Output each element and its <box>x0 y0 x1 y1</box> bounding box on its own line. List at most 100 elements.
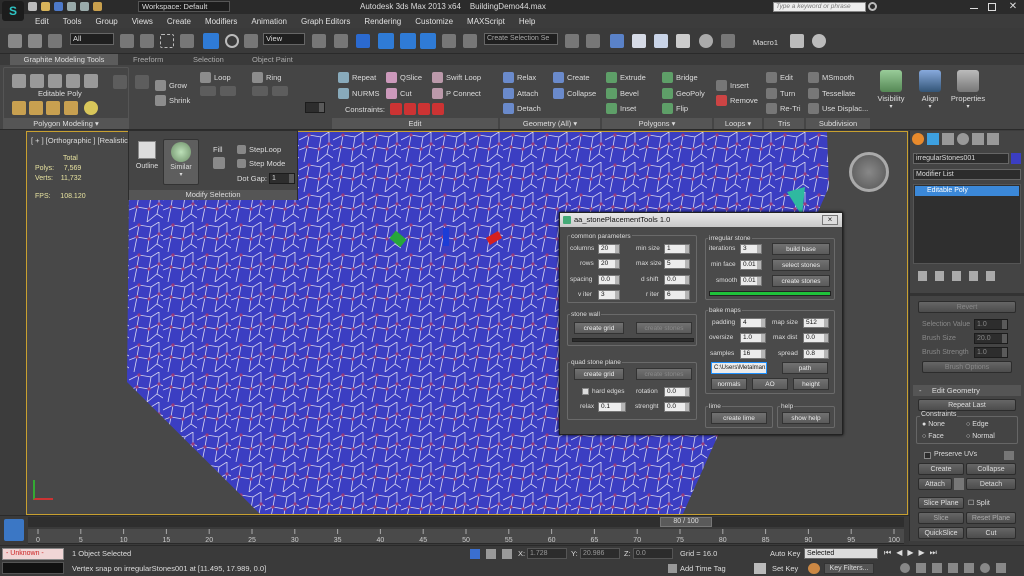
relative-absolute-icon[interactable] <box>502 549 512 559</box>
zoom-extents-icon[interactable] <box>932 563 942 573</box>
spread-spinner[interactable]: 0.8 <box>803 349 829 359</box>
collapse-button[interactable]: Collapse <box>966 463 1016 475</box>
angle-snap-icon[interactable] <box>400 33 416 49</box>
constraint-edge-radio[interactable]: ○ Edge <box>966 421 989 428</box>
named-selection-dropdown[interactable]: Create Selection Se <box>484 33 558 45</box>
new-file-icon[interactable] <box>28 2 37 11</box>
remove-modifier-icon[interactable] <box>969 271 978 281</box>
collapse-stack-icon[interactable] <box>84 101 98 115</box>
constraint-none-icon[interactable] <box>390 103 402 115</box>
menu-item-rendering[interactable]: Rendering <box>357 15 408 28</box>
scale-icon[interactable] <box>244 34 258 48</box>
loop-grow-icon[interactable] <box>200 86 216 96</box>
object-color-swatch[interactable] <box>1011 153 1021 164</box>
go-to-end-icon[interactable]: ⏭ <box>930 548 937 560</box>
r-iter-spinner[interactable]: 6 <box>664 290 690 300</box>
pan-icon[interactable] <box>964 563 974 573</box>
menu-item-tools[interactable]: Tools <box>56 15 89 28</box>
motion-tab-icon[interactable] <box>957 133 969 145</box>
polygons-panel-title[interactable]: Polygons ▾ <box>602 118 712 129</box>
search-icon[interactable] <box>868 2 877 11</box>
stone-wall-create-grid-button[interactable]: create grid <box>574 322 624 334</box>
hierarchy-tab-icon[interactable] <box>942 133 954 145</box>
ring-grow-icon[interactable] <box>252 86 268 96</box>
strength-spinner[interactable]: 0.0 <box>664 402 690 412</box>
tab-object-paint[interactable]: Object Paint <box>252 54 293 65</box>
edit-panel-title[interactable]: Edit <box>332 118 498 129</box>
hard-edges-checkbox[interactable] <box>582 388 589 395</box>
graphite-toggle-icon[interactable] <box>632 34 646 48</box>
material-editor-icon[interactable] <box>699 34 713 48</box>
pivot-center-icon[interactable] <box>312 34 326 48</box>
remove-loop-button[interactable]: Remove <box>716 95 758 106</box>
menu-item-edit[interactable]: Edit <box>28 15 56 28</box>
ring-shrink-icon[interactable] <box>272 86 288 96</box>
reference-coord-dropdown[interactable]: View <box>263 33 305 45</box>
transform-gizmo-icon[interactable] <box>387 228 503 273</box>
v-iter-spinner[interactable]: 3 <box>598 290 620 300</box>
stack-up-icon[interactable] <box>12 101 26 115</box>
create-lime-button[interactable]: create lime <box>711 412 767 424</box>
swift-loop-button[interactable]: Swift Loop <box>432 72 481 83</box>
project-folder-icon[interactable] <box>93 2 102 11</box>
loop-shrink-icon[interactable] <box>220 86 236 96</box>
smooth-spinner[interactable]: 0.01 <box>740 276 762 286</box>
geometry-panel-title[interactable]: Geometry (All) ▾ <box>500 118 600 129</box>
bake-path-input[interactable]: C:\Users\Metalman123\ <box>711 362 767 374</box>
oversize-spinner[interactable]: 1.0 <box>740 333 766 343</box>
isolate-icon[interactable] <box>486 549 496 559</box>
inset-button[interactable]: Inset <box>606 103 636 114</box>
relax-spinner[interactable]: 0.1 <box>598 402 626 412</box>
close-window-icon[interactable]: ✕ <box>1004 1 1022 13</box>
stack-item-editable-poly[interactable]: Editable Poly <box>915 186 1019 196</box>
polygon-modeling-title[interactable]: Polygon Modeling ▾ <box>3 118 129 129</box>
dialog-close-button[interactable]: × <box>822 215 838 225</box>
time-tag-icon[interactable] <box>668 564 677 573</box>
z-field[interactable]: 0.0 <box>633 548 673 559</box>
preserve-uvs-checkbox[interactable] <box>924 452 931 459</box>
detach-button[interactable]: Detach <box>503 103 541 114</box>
ao-button[interactable]: AO <box>752 378 788 390</box>
tab-graphite-modeling-tools[interactable]: Graphite Modeling Tools <box>10 54 118 65</box>
menu-item-views[interactable]: Views <box>125 15 160 28</box>
link-icon[interactable] <box>48 34 62 48</box>
constraint-normal-icon[interactable] <box>432 103 444 115</box>
element-mode-icon[interactable] <box>84 74 98 88</box>
detach-button[interactable]: Detach <box>966 478 1016 490</box>
display-tab-icon[interactable] <box>972 133 984 145</box>
soft-selection-icon[interactable] <box>135 75 149 89</box>
maximize-window-icon[interactable] <box>988 3 996 11</box>
slice-plane-button[interactable]: Slice Plane <box>918 497 964 509</box>
window-crossing-icon[interactable] <box>180 34 194 48</box>
rows-spinner[interactable]: 20 <box>598 259 620 269</box>
constraint-face-icon[interactable] <box>418 103 430 115</box>
snaps-toggle-icon[interactable] <box>378 33 394 49</box>
attach-button[interactable]: Attach <box>503 88 538 99</box>
max-dist-spinner[interactable]: 0.0 <box>803 333 829 343</box>
tessellate-button[interactable]: Tessellate <box>808 88 855 99</box>
make-unique-icon[interactable] <box>952 271 961 281</box>
relax-button[interactable]: Relax <box>503 72 536 83</box>
edit-tris-button[interactable]: Edit <box>766 72 793 83</box>
maxscript-mini[interactable] <box>2 562 64 574</box>
undo-icon[interactable] <box>8 34 22 48</box>
quad-create-stones-button[interactable]: create stones <box>636 368 692 380</box>
y-field[interactable]: 20.986 <box>580 548 620 559</box>
menu-item-group[interactable]: Group <box>88 15 124 28</box>
quad-create-grid-button[interactable]: create grid <box>574 368 624 380</box>
repeat-last-button[interactable]: Repeat Last <box>918 399 1016 411</box>
polygon-mode-icon[interactable] <box>66 74 80 88</box>
build-base-button[interactable]: build base <box>772 243 830 255</box>
select-manipulate-icon[interactable] <box>334 34 348 48</box>
lock-selection-icon[interactable] <box>470 549 480 559</box>
orbit-icon[interactable] <box>980 563 990 573</box>
menu-item-help[interactable]: Help <box>512 15 542 28</box>
remove-modifier-icon[interactable] <box>64 101 78 115</box>
tab-selection[interactable]: Selection <box>193 54 224 65</box>
use-displace-button[interactable]: Use Displac... <box>808 103 868 114</box>
fill-button[interactable]: Fill <box>213 145 223 154</box>
undo-icon[interactable] <box>67 2 76 11</box>
max-size-spinner[interactable]: 5 <box>664 259 690 269</box>
outline-button[interactable]: Outline <box>133 141 161 179</box>
padding-spinner[interactable]: 4 <box>740 318 766 328</box>
